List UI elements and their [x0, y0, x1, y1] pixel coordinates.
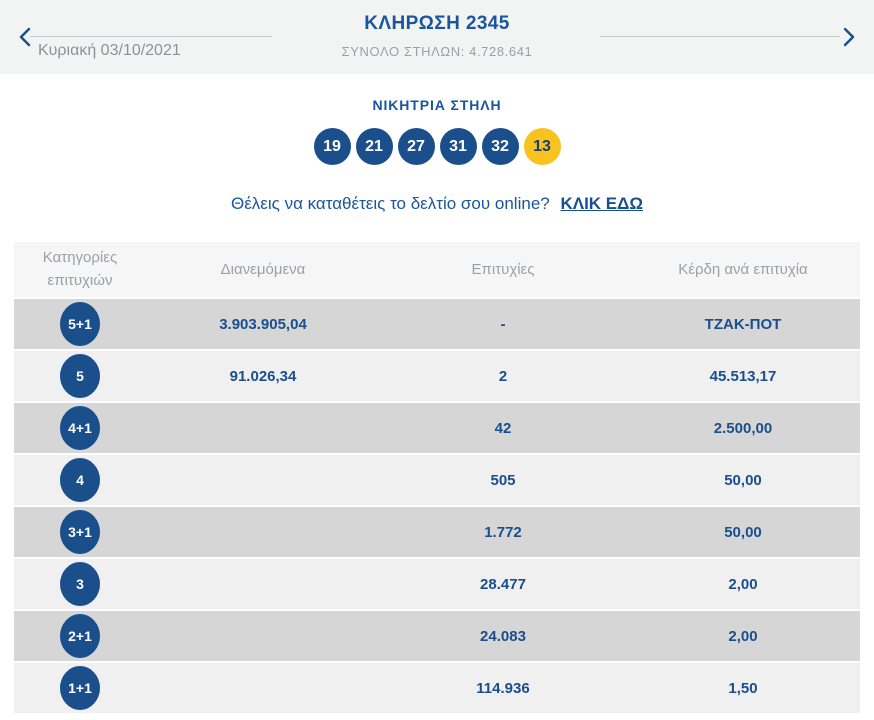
distributed-cell: 3.903.905,04: [219, 315, 307, 333]
prize-table: Κατηγορίες επιτυχιών Διανεμόμενα Επιτυχί…: [14, 242, 860, 715]
col-header-winners: Επιτυχίες: [471, 261, 535, 278]
draw-header: Κυριακή 03/10/2021 ΚΛΗΡΩΣΗ 2345 ΣΥΝΟΛΟ Σ…: [0, 0, 874, 74]
winners-cell: 42: [494, 419, 512, 437]
next-draw-button[interactable]: [838, 24, 860, 50]
table-row: 4 505 50,00: [14, 455, 860, 507]
winners-cell: 24.083: [480, 627, 526, 645]
winners-cell: 28.477: [480, 575, 526, 593]
number-ball: 27: [397, 128, 435, 165]
prize-cell: 2,00: [728, 627, 758, 645]
number-ball: 31: [439, 128, 477, 165]
table-row: 1+1 114.936 1,50: [14, 663, 860, 715]
winning-column-section: ΝΙΚΗΤΡΙΑ ΣΤΗΛΗ 19 21 27 31 32 13: [0, 97, 874, 165]
total-columns: ΣΥΝΟΛΟ ΣΤΗΛΩΝ: 4.728.641: [341, 44, 533, 59]
prize-cell: 50,00: [724, 523, 762, 541]
table-row: 2+1 24.083 2,00: [14, 611, 860, 663]
winning-numbers: 19 21 27 31 32 13: [0, 128, 874, 165]
category-badge: 5: [60, 354, 100, 398]
cta-text: Θέλεις να καταθέτεις το δελτίο σου onlin…: [231, 194, 550, 213]
prize-cell: 45.513,17: [709, 367, 777, 385]
number-ball: 19: [313, 128, 351, 165]
table-row: 5 91.026,34 2 45.513,17: [14, 351, 860, 403]
category-badge: 4+1: [60, 406, 100, 450]
prize-cell: 1,50: [728, 679, 758, 697]
category-badge: 3: [60, 562, 100, 606]
table-row: 3+1 1.772 50,00: [14, 507, 860, 559]
winners-cell: 1.772: [484, 523, 522, 541]
winning-column-label: ΝΙΚΗΤΡΙΑ ΣΤΗΛΗ: [372, 97, 502, 113]
winners-cell: -: [500, 315, 506, 333]
header-divider-right: [600, 36, 840, 37]
prize-cell: 2,00: [728, 575, 758, 593]
winners-cell: 505: [490, 471, 516, 489]
table-header-row: Κατηγορίες επιτυχιών Διανεμόμενα Επιτυχί…: [14, 242, 860, 299]
chevron-right-icon: [843, 27, 855, 47]
category-badge: 4: [60, 458, 100, 502]
distributed-cell: 91.026,34: [229, 367, 297, 385]
number-ball: 32: [481, 128, 519, 165]
category-badge: 5+1: [60, 302, 100, 346]
col-header-distributed: Διανεμόμενα: [220, 261, 306, 278]
prize-cell: 2.500,00: [713, 419, 773, 437]
winners-cell: 114.936: [476, 679, 530, 697]
category-badge: 2+1: [60, 614, 100, 658]
category-badge: 1+1: [60, 666, 100, 710]
category-badge: 3+1: [60, 510, 100, 554]
prize-cell: 50,00: [724, 471, 762, 489]
draw-title: ΚΛΗΡΩΣΗ 2345: [364, 13, 510, 34]
cta-row: Θέλεις να καταθέτεις το δελτίο σου onlin…: [0, 194, 874, 214]
col-header-categories: Κατηγορίες επιτυχιών: [42, 249, 118, 289]
number-ball: 21: [355, 128, 393, 165]
table-row: 4+1 42 2.500,00: [14, 403, 860, 455]
deposit-online-link[interactable]: ΚΛΙΚ ΕΔΩ: [560, 194, 643, 213]
col-header-prize: Κέρδη ανά επιτυχία: [678, 261, 808, 278]
prize-cell: ΤΖΑΚ-ΠΟΤ: [704, 315, 782, 333]
winners-cell: 2: [498, 367, 508, 385]
table-row: 5+1 3.903.905,04 - ΤΖΑΚ-ΠΟΤ: [14, 299, 860, 351]
bonus-ball: 13: [523, 128, 561, 165]
table-row: 3 28.477 2,00: [14, 559, 860, 611]
